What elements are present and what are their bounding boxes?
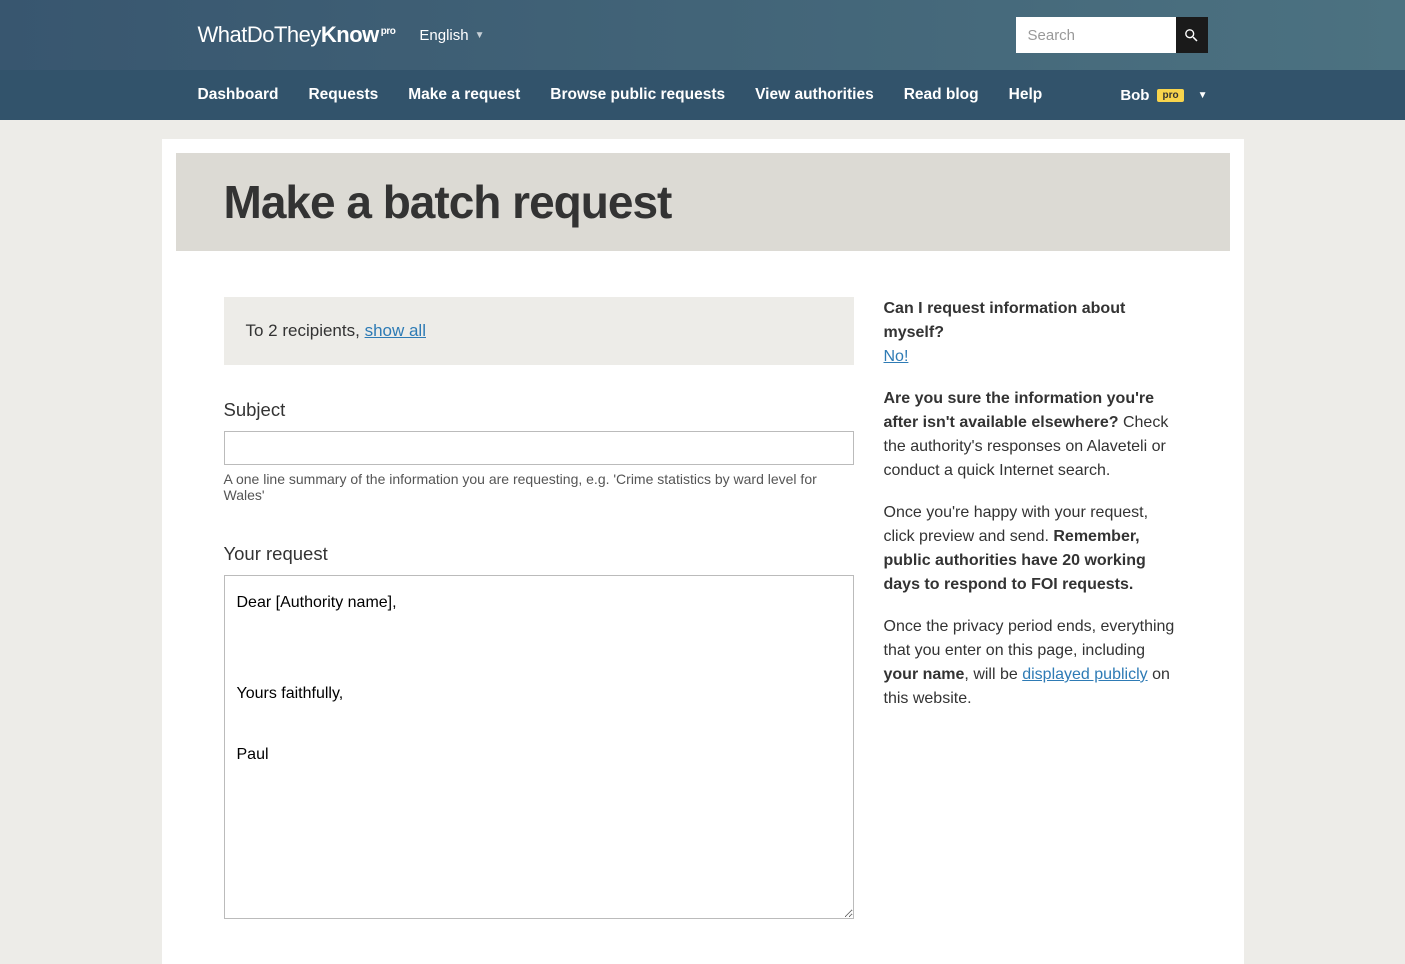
displayed-publicly-link[interactable]: displayed publicly [1022, 666, 1147, 683]
sidebar-no-link[interactable]: No! [884, 348, 909, 365]
sidebar-p4-text1: Once the privacy period ends, everything… [884, 618, 1175, 659]
sidebar-help: Can I request information about myself? … [884, 297, 1182, 711]
nav-requests[interactable]: Requests [308, 86, 378, 104]
page-title: Make a batch request [224, 175, 1182, 229]
search-input[interactable] [1016, 17, 1176, 53]
recipients-text: To 2 recipients, [246, 321, 365, 340]
user-menu[interactable]: Bob pro ▼ [1120, 87, 1207, 104]
nav-make-request[interactable]: Make a request [408, 86, 520, 104]
nav-view-authorities[interactable]: View authorities [755, 86, 874, 104]
nav-read-blog[interactable]: Read blog [904, 86, 979, 104]
show-all-link[interactable]: show all [365, 321, 426, 340]
sidebar-q2-bold: Are you sure the information you're afte… [884, 390, 1155, 431]
search-icon [1183, 27, 1200, 44]
top-header: WhatDoTheyKnowpro English ▼ [0, 0, 1405, 70]
pro-badge: pro [1157, 89, 1183, 102]
language-label: English [419, 27, 468, 44]
nav-dashboard[interactable]: Dashboard [198, 86, 279, 104]
logo-text-2: Know [321, 22, 379, 47]
search-form [1016, 17, 1208, 53]
logo-text-1: WhatDoThey [198, 22, 321, 47]
nav-help[interactable]: Help [1009, 86, 1043, 104]
sidebar-p4-bold: your name [884, 666, 965, 683]
sidebar-q1-bold: Can I request information about myself? [884, 300, 1126, 341]
subject-label: Subject [224, 399, 854, 421]
user-name: Bob [1120, 87, 1149, 104]
search-button[interactable] [1176, 17, 1208, 53]
page-header: Make a batch request [176, 153, 1230, 251]
chevron-down-icon: ▼ [475, 30, 485, 41]
recipients-summary: To 2 recipients, show all [224, 297, 854, 365]
request-label: Your request [224, 543, 854, 565]
chevron-down-icon: ▼ [1198, 90, 1208, 101]
logo-pro-suffix: pro [381, 26, 396, 37]
language-selector[interactable]: English ▼ [419, 27, 484, 44]
main-nav: Dashboard Requests Make a request Browse… [0, 70, 1405, 120]
nav-browse-public[interactable]: Browse public requests [550, 86, 725, 104]
sidebar-p4-text2: , will be [964, 666, 1022, 683]
subject-hint: A one line summary of the information yo… [224, 471, 854, 503]
site-logo[interactable]: WhatDoTheyKnowpro [198, 22, 396, 48]
page-container: Make a batch request To 2 recipients, sh… [162, 139, 1244, 964]
request-textarea[interactable] [224, 575, 854, 919]
subject-input[interactable] [224, 431, 854, 465]
